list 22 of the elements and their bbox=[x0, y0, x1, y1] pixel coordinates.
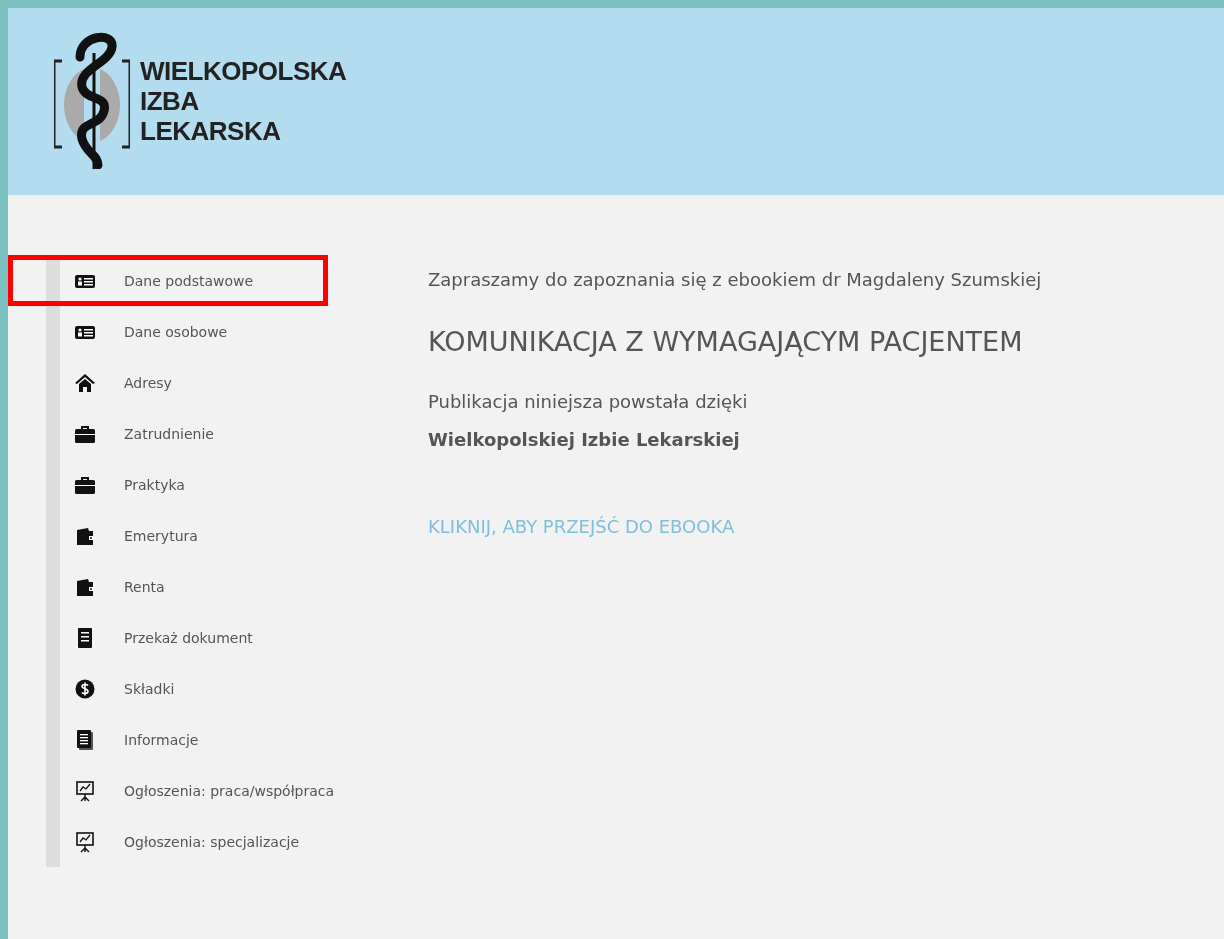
sidebar-item[interactable]: Emerytura bbox=[60, 510, 360, 561]
presentation-chart-icon bbox=[74, 779, 96, 802]
intro-text: Zapraszamy do zapoznania się z ebookiem dr Magdaleny Szumskiej bbox=[428, 269, 1042, 290]
sidebar-item[interactable]: Adresy bbox=[60, 357, 360, 408]
sidebar-item[interactable]: Przekaż dokument bbox=[60, 612, 360, 663]
ebook-title: KOMUNIKACJA Z WYMAGAJĄCYM PACJENTEM bbox=[428, 326, 1024, 357]
documents-icon bbox=[74, 728, 96, 751]
sponsor-name: Wielkopolskiej Izbie Lekarskiej bbox=[428, 429, 741, 450]
dollar-icon bbox=[74, 677, 96, 700]
sidebar-item[interactable]: Składki bbox=[60, 663, 360, 714]
sidebar-item[interactable]: Renta bbox=[60, 561, 360, 612]
sidebar-item[interactable]: Ogłoszenia: praca/współpraca bbox=[60, 765, 360, 816]
sidebar-item[interactable]: Zatrudnienie bbox=[60, 408, 360, 459]
home-icon bbox=[74, 371, 96, 394]
sidebar-item[interactable]: Dane osobowe bbox=[60, 306, 360, 357]
publication-note: Publikacja niniejsza powstała dzięki bbox=[428, 391, 749, 412]
sidebar-item[interactable]: Informacje bbox=[60, 714, 360, 765]
logo-text: WIELKOPOLSKA IZBA LEKARSKA bbox=[140, 55, 347, 146]
sidebar-item[interactable]: Praktyka bbox=[60, 459, 360, 510]
sidebar-item[interactable]: Dane podstawowe bbox=[8, 255, 328, 306]
presentation-chart-icon bbox=[74, 830, 96, 853]
sidebar-item[interactable]: Ogłoszenia: specjalizacje bbox=[60, 816, 360, 867]
